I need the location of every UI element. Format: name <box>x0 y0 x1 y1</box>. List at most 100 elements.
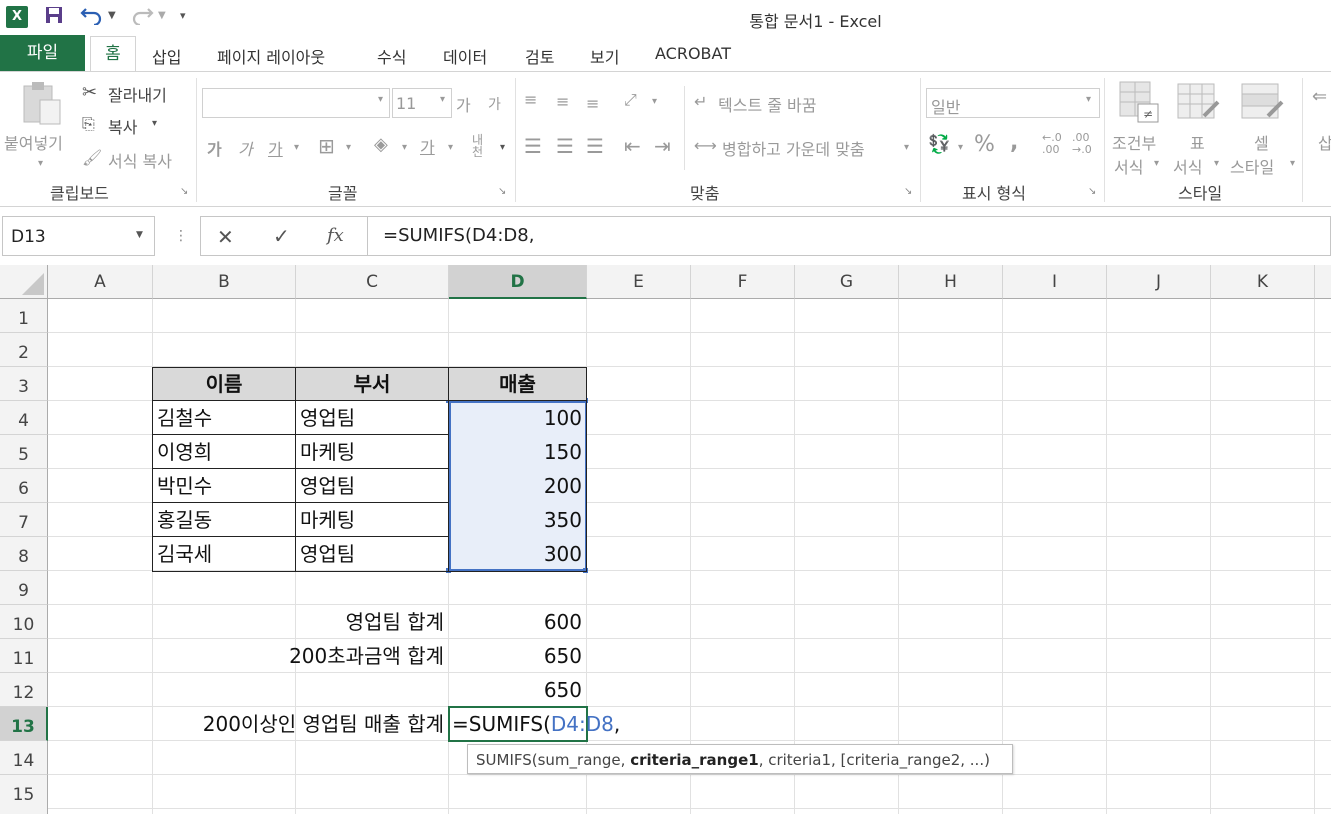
tab-review[interactable]: 검토 <box>525 44 554 68</box>
middle-align-icon[interactable]: ≡ <box>556 92 569 111</box>
bold-button[interactable]: 가 <box>207 136 222 160</box>
currency-dropdown-icon[interactable]: ▾ <box>958 142 963 153</box>
align-left-icon[interactable]: ☰ <box>524 134 542 158</box>
tab-formulas[interactable]: 수식 <box>377 44 406 68</box>
font-launcher-icon[interactable]: ↘ <box>498 186 506 197</box>
alignment-launcher-icon[interactable]: ↘ <box>904 186 912 197</box>
paste-icon[interactable] <box>20 80 64 128</box>
cell-c8[interactable]: 영업팀 <box>296 537 448 571</box>
tab-insert[interactable]: 삽입 <box>152 44 181 68</box>
cell-b8[interactable]: 김국세 <box>153 537 295 571</box>
font-size-dropdown-icon[interactable]: ▾ <box>440 94 445 105</box>
number-format-box[interactable]: 일반 <box>926 88 1100 118</box>
row-header-11[interactable]: 11 <box>0 639 48 673</box>
cancel-entry-button[interactable]: ✕ <box>217 225 234 249</box>
row-header-3[interactable]: 3 <box>0 367 48 401</box>
name-box[interactable]: D13 <box>2 216 155 256</box>
align-right-icon[interactable]: ☰ <box>586 134 604 158</box>
underline-dropdown-icon[interactable]: ▾ <box>294 142 299 153</box>
tab-home[interactable]: 홈 <box>90 36 136 72</box>
fill-color-dropdown-icon[interactable]: ▾ <box>402 142 407 153</box>
cell-d11[interactable]: 650 <box>449 639 586 673</box>
tab-page-layout[interactable]: 페이지 레이아웃 <box>217 44 325 68</box>
row-header-4[interactable]: 4 <box>0 401 48 435</box>
function-tooltip[interactable]: SUMIFS(sum_range, criteria_range1, crite… <box>467 744 1013 774</box>
name-box-dropdown-icon[interactable]: ▼ <box>136 230 143 240</box>
increase-decimal-button[interactable]: ←.0 .00 <box>1042 132 1070 156</box>
grow-font-button[interactable]: 가 <box>456 92 471 116</box>
tooltip-current-arg[interactable]: criteria_range1 <box>630 751 758 769</box>
cell-d5[interactable]: 150 <box>449 435 586 469</box>
header-sales[interactable]: 매출 <box>449 367 586 401</box>
increase-indent-icon[interactable]: ⇥ <box>654 134 671 158</box>
column-header-partial[interactable] <box>1315 265 1331 299</box>
cut-icon[interactable]: ✂ <box>82 82 97 103</box>
merge-center-button[interactable]: 병합하고 가운데 맞춤 <box>722 136 865 160</box>
merge-center-icon[interactable]: ⟷ <box>694 136 717 155</box>
header-name[interactable]: 이름 <box>153 367 295 401</box>
tab-data[interactable]: 데이터 <box>443 44 487 68</box>
wrap-text-icon[interactable]: ↵ <box>694 92 707 111</box>
row-header-6[interactable]: 6 <box>0 469 48 503</box>
row-header-2[interactable]: 2 <box>0 333 48 367</box>
shrink-font-button[interactable]: 가 <box>488 94 501 114</box>
formula-bar-grip-icon[interactable]: ⋮ <box>174 228 188 244</box>
borders-dropdown-icon[interactable]: ▾ <box>346 142 351 153</box>
cell-d10[interactable]: 600 <box>449 605 586 639</box>
font-name-box[interactable] <box>202 88 390 118</box>
cell-d6[interactable]: 200 <box>449 469 586 503</box>
cut-button[interactable]: 잘라내기 <box>108 82 167 106</box>
copy-icon[interactable]: ⎘ <box>82 114 95 134</box>
conditional-format-button-line2[interactable]: 서식 <box>1114 154 1143 178</box>
table-format-dropdown-icon[interactable]: ▾ <box>1214 158 1219 169</box>
row-header-9[interactable]: 9 <box>0 571 48 605</box>
merge-dropdown-icon[interactable]: ▾ <box>904 142 909 153</box>
row-header-15[interactable]: 15 <box>0 775 48 814</box>
row-header-7[interactable]: 7 <box>0 503 48 537</box>
cell-styles-button[interactable]: 셀 <box>1254 130 1269 154</box>
column-header-i[interactable]: I <box>1003 265 1107 299</box>
cell-c4[interactable]: 영업팀 <box>296 401 448 435</box>
column-header-j[interactable]: J <box>1107 265 1211 299</box>
conditional-format-button[interactable]: 조건부 <box>1112 130 1156 154</box>
column-header-b[interactable]: B <box>153 265 296 299</box>
font-color-button[interactable]: 가 <box>420 134 435 158</box>
column-header-e[interactable]: E <box>587 265 691 299</box>
insert-cells-icon[interactable]: ⇐ <box>1312 86 1327 107</box>
italic-button[interactable]: 가 <box>238 136 253 160</box>
tab-view[interactable]: 보기 <box>590 44 619 68</box>
row-header-5[interactable]: 5 <box>0 435 48 469</box>
cell-d8[interactable]: 300 <box>449 537 586 571</box>
enter-entry-button[interactable]: ✓ <box>273 224 290 248</box>
copy-dropdown-icon[interactable]: ▾ <box>152 118 157 129</box>
number-launcher-icon[interactable]: ↘ <box>1088 186 1096 197</box>
fill-color-icon[interactable]: ◈ <box>374 134 388 155</box>
borders-icon[interactable]: ⊞ <box>318 134 335 158</box>
row-header-13[interactable]: 13 <box>0 707 48 741</box>
row-header-14[interactable]: 14 <box>0 741 48 775</box>
conditional-dropdown-icon[interactable]: ▾ <box>1154 158 1159 169</box>
format-painter-button[interactable]: 서식 복사 <box>108 148 172 172</box>
insert-cells-button[interactable]: 삽 <box>1318 130 1331 154</box>
paste-dropdown-icon[interactable]: ▾ <box>38 158 43 169</box>
column-header-g[interactable]: G <box>795 265 899 299</box>
column-header-a[interactable]: A <box>48 265 153 299</box>
tab-acrobat[interactable]: ACROBAT <box>655 44 731 63</box>
cell-d12[interactable]: 650 <box>449 673 586 707</box>
format-as-table-button-line2[interactable]: 서식 <box>1173 154 1202 178</box>
percent-button[interactable]: % <box>974 132 995 157</box>
cell-c5[interactable]: 마케팅 <box>296 435 448 469</box>
cell-d7[interactable]: 350 <box>449 503 586 537</box>
header-department[interactable]: 부서 <box>296 367 448 401</box>
align-center-icon[interactable]: ☰ <box>556 134 574 158</box>
column-header-d[interactable]: D <box>449 265 587 299</box>
tab-file[interactable]: 파일 <box>0 35 85 71</box>
currency-icon[interactable]: 💱 <box>928 134 950 155</box>
cell-d13-editor[interactable]: =SUMIFS(D4:D8, <box>452 707 652 741</box>
cell-styles-button-line2[interactable]: 스타일 <box>1230 154 1274 178</box>
cell-b6[interactable]: 박민수 <box>153 469 295 503</box>
formula-input[interactable]: =SUMIFS(D4:D8, <box>368 216 1331 256</box>
column-header-h[interactable]: H <box>899 265 1003 299</box>
column-header-c[interactable]: C <box>296 265 449 299</box>
conditional-format-icon[interactable]: ≠ <box>1118 80 1160 124</box>
